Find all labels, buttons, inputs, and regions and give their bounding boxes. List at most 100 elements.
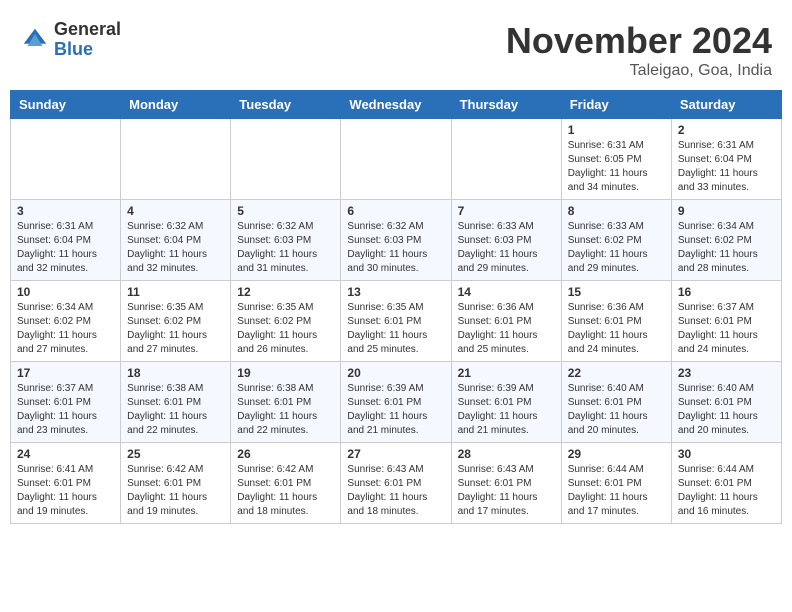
day-info: Sunrise: 6:35 AM Sunset: 6:02 PM Dayligh… xyxy=(237,301,334,357)
day-info: Sunrise: 6:43 AM Sunset: 6:01 PM Dayligh… xyxy=(458,463,555,519)
weekday-header-friday: Friday xyxy=(561,91,671,119)
day-number: 18 xyxy=(127,366,224,380)
day-number: 5 xyxy=(237,204,334,218)
day-number: 4 xyxy=(127,204,224,218)
day-number: 9 xyxy=(678,204,775,218)
day-number: 1 xyxy=(568,123,665,137)
calendar-cell xyxy=(121,119,231,200)
day-info: Sunrise: 6:33 AM Sunset: 6:03 PM Dayligh… xyxy=(458,220,555,276)
calendar-cell: 12Sunrise: 6:35 AM Sunset: 6:02 PM Dayli… xyxy=(231,281,341,362)
calendar-header-row: SundayMondayTuesdayWednesdayThursdayFrid… xyxy=(11,91,782,119)
day-number: 2 xyxy=(678,123,775,137)
weekday-header-monday: Monday xyxy=(121,91,231,119)
calendar-week-row: 1 Sunrise: 6:31 AM Sunset: 6:05 PM Daylig… xyxy=(11,119,782,200)
calendar-cell: 21 Sunrise: 6:39 AM Sunset: 6:01 PM Dayli… xyxy=(451,362,561,443)
day-info: Sunrise: 6:33 AM Sunset: 6:02 PM Dayligh… xyxy=(568,220,665,276)
day-number: 29 xyxy=(568,447,665,461)
day-number: 19 xyxy=(237,366,334,380)
logo-text: General Blue xyxy=(54,20,121,60)
calendar-cell: 22 Sunrise: 6:40 AM Sunset: 6:01 PM Dayli… xyxy=(561,362,671,443)
calendar-cell: 23 Sunrise: 6:40 AM Sunset: 6:01 PM Dayli… xyxy=(671,362,781,443)
day-info: Sunrise: 6:31 AM Sunset: 6:04 PM Dayligh… xyxy=(17,220,114,276)
day-info: Sunrise: 6:32 AM Sunset: 6:03 PM Dayligh… xyxy=(237,220,334,276)
day-number: 16 xyxy=(678,285,775,299)
day-number: 25 xyxy=(127,447,224,461)
calendar-cell: 28 Sunrise: 6:43 AM Sunset: 6:01 PM Dayli… xyxy=(451,443,561,524)
calendar-cell: 27Sunrise: 6:43 AM Sunset: 6:01 PM Dayli… xyxy=(341,443,451,524)
day-number: 13 xyxy=(347,285,444,299)
day-info: Sunrise: 6:41 AM Sunset: 6:01 PM Dayligh… xyxy=(17,463,114,519)
day-number: 22 xyxy=(568,366,665,380)
day-info: Sunrise: 6:36 AM Sunset: 6:01 PM Dayligh… xyxy=(458,301,555,357)
day-info: Sunrise: 6:35 AM Sunset: 6:02 PM Dayligh… xyxy=(127,301,224,357)
day-info: Sunrise: 6:39 AM Sunset: 6:01 PM Dayligh… xyxy=(458,382,555,438)
calendar-cell: 6 Sunrise: 6:32 AM Sunset: 6:03 PM Daylig… xyxy=(341,200,451,281)
calendar-cell xyxy=(231,119,341,200)
weekday-header-wednesday: Wednesday xyxy=(341,91,451,119)
calendar-cell: 8 Sunrise: 6:33 AM Sunset: 6:02 PM Daylig… xyxy=(561,200,671,281)
day-info: Sunrise: 6:35 AM Sunset: 6:01 PM Dayligh… xyxy=(347,301,444,357)
day-number: 14 xyxy=(458,285,555,299)
day-info: Sunrise: 6:44 AM Sunset: 6:01 PM Dayligh… xyxy=(678,463,775,519)
logo-blue-text: Blue xyxy=(54,40,121,60)
calendar-week-row: 24 Sunrise: 6:41 AM Sunset: 6:01 PM Dayli… xyxy=(11,443,782,524)
calendar-cell: 5 Sunrise: 6:32 AM Sunset: 6:03 PM Daylig… xyxy=(231,200,341,281)
calendar-cell xyxy=(341,119,451,200)
day-info: Sunrise: 6:38 AM Sunset: 6:01 PM Dayligh… xyxy=(127,382,224,438)
calendar-table: SundayMondayTuesdayWednesdayThursdayFrid… xyxy=(10,90,782,524)
calendar-cell: 4Sunrise: 6:32 AM Sunset: 6:04 PM Daylig… xyxy=(121,200,231,281)
month-title: November 2024 xyxy=(506,20,772,62)
day-number: 15 xyxy=(568,285,665,299)
calendar-cell: 25 Sunrise: 6:42 AM Sunset: 6:01 PM Dayli… xyxy=(121,443,231,524)
calendar-week-row: 10 Sunrise: 6:34 AM Sunset: 6:02 PM Dayli… xyxy=(11,281,782,362)
day-info: Sunrise: 6:40 AM Sunset: 6:01 PM Dayligh… xyxy=(678,382,775,438)
day-info: Sunrise: 6:44 AM Sunset: 6:01 PM Dayligh… xyxy=(568,463,665,519)
logo-general-text: General xyxy=(54,20,121,40)
weekday-header-thursday: Thursday xyxy=(451,91,561,119)
logo: General Blue xyxy=(20,20,121,60)
calendar-cell: 18 Sunrise: 6:38 AM Sunset: 6:01 PM Dayli… xyxy=(121,362,231,443)
calendar-cell: 17 Sunrise: 6:37 AM Sunset: 6:01 PM Dayli… xyxy=(11,362,121,443)
day-number: 21 xyxy=(458,366,555,380)
day-number: 3 xyxy=(17,204,114,218)
logo-icon xyxy=(20,25,50,55)
day-number: 6 xyxy=(347,204,444,218)
calendar-cell: 10 Sunrise: 6:34 AM Sunset: 6:02 PM Dayli… xyxy=(11,281,121,362)
title-block: November 2024 Taleigao, Goa, India xyxy=(506,20,772,80)
calendar-cell: 19 Sunrise: 6:38 AM Sunset: 6:01 PM Dayli… xyxy=(231,362,341,443)
calendar-cell: 14 Sunrise: 6:36 AM Sunset: 6:01 PM Dayli… xyxy=(451,281,561,362)
calendar-cell: 2 Sunrise: 6:31 AM Sunset: 6:04 PM Daylig… xyxy=(671,119,781,200)
day-number: 17 xyxy=(17,366,114,380)
day-info: Sunrise: 6:37 AM Sunset: 6:01 PM Dayligh… xyxy=(678,301,775,357)
day-number: 7 xyxy=(458,204,555,218)
day-info: Sunrise: 6:34 AM Sunset: 6:02 PM Dayligh… xyxy=(17,301,114,357)
day-number: 24 xyxy=(17,447,114,461)
day-info: Sunrise: 6:42 AM Sunset: 6:01 PM Dayligh… xyxy=(127,463,224,519)
day-info: Sunrise: 6:38 AM Sunset: 6:01 PM Dayligh… xyxy=(237,382,334,438)
calendar-cell: 3 Sunrise: 6:31 AM Sunset: 6:04 PM Daylig… xyxy=(11,200,121,281)
day-info: Sunrise: 6:34 AM Sunset: 6:02 PM Dayligh… xyxy=(678,220,775,276)
day-info: Sunrise: 6:32 AM Sunset: 6:03 PM Dayligh… xyxy=(347,220,444,276)
day-info: Sunrise: 6:31 AM Sunset: 6:04 PM Dayligh… xyxy=(678,139,775,195)
location-title: Taleigao, Goa, India xyxy=(506,62,772,80)
calendar-cell: 9 Sunrise: 6:34 AM Sunset: 6:02 PM Daylig… xyxy=(671,200,781,281)
day-number: 8 xyxy=(568,204,665,218)
weekday-header-saturday: Saturday xyxy=(671,91,781,119)
day-number: 10 xyxy=(17,285,114,299)
day-number: 30 xyxy=(678,447,775,461)
day-info: Sunrise: 6:36 AM Sunset: 6:01 PM Dayligh… xyxy=(568,301,665,357)
day-info: Sunrise: 6:40 AM Sunset: 6:01 PM Dayligh… xyxy=(568,382,665,438)
day-number: 20 xyxy=(347,366,444,380)
day-number: 28 xyxy=(458,447,555,461)
day-number: 26 xyxy=(237,447,334,461)
calendar-cell: 15 Sunrise: 6:36 AM Sunset: 6:01 PM Dayli… xyxy=(561,281,671,362)
calendar-cell: 29 Sunrise: 6:44 AM Sunset: 6:01 PM Dayli… xyxy=(561,443,671,524)
calendar-week-row: 3 Sunrise: 6:31 AM Sunset: 6:04 PM Daylig… xyxy=(11,200,782,281)
day-info: Sunrise: 6:31 AM Sunset: 6:05 PM Dayligh… xyxy=(568,139,665,195)
day-info: Sunrise: 6:43 AM Sunset: 6:01 PM Dayligh… xyxy=(347,463,444,519)
day-number: 23 xyxy=(678,366,775,380)
weekday-header-tuesday: Tuesday xyxy=(231,91,341,119)
day-info: Sunrise: 6:37 AM Sunset: 6:01 PM Dayligh… xyxy=(17,382,114,438)
calendar-cell: 7 Sunrise: 6:33 AM Sunset: 6:03 PM Daylig… xyxy=(451,200,561,281)
calendar-cell: 26Sunrise: 6:42 AM Sunset: 6:01 PM Dayli… xyxy=(231,443,341,524)
